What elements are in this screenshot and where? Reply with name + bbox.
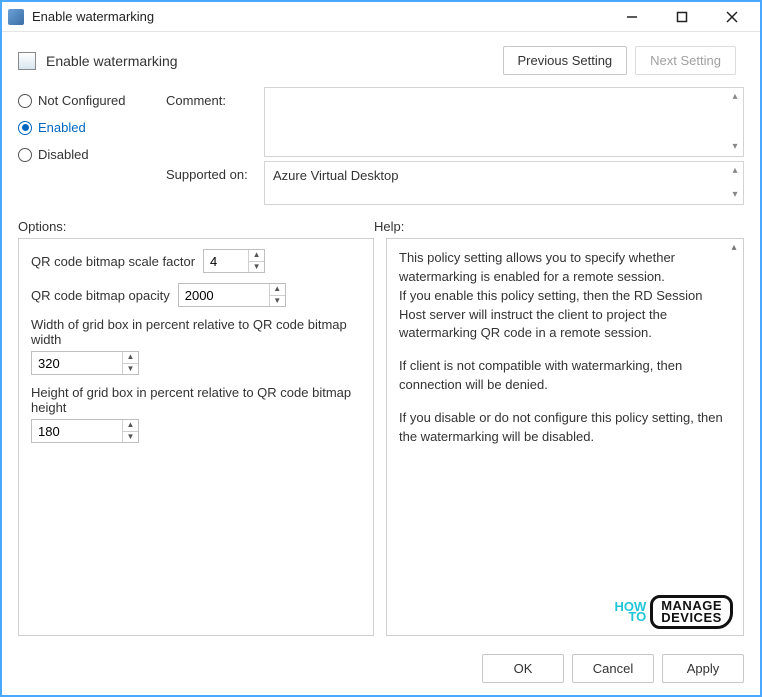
radio-enabled[interactable]: Enabled (18, 120, 158, 135)
help-line: If you enable this policy setting, then … (399, 288, 703, 341)
titlebar: Enable watermarking (2, 2, 760, 32)
radio-icon (18, 148, 32, 162)
apply-button[interactable]: Apply (662, 654, 744, 683)
spinner-up-icon: ▲ (270, 284, 285, 296)
scroll-down-icon: ▾ (729, 190, 741, 200)
option-opacity-label: QR code bitmap opacity (31, 288, 170, 303)
radio-not-configured[interactable]: Not Configured (18, 93, 158, 108)
scroll-down-icon: ▾ (729, 142, 741, 152)
option-width-row: ▲▼ (31, 351, 361, 375)
header-row: Enable watermarking Previous Setting Nex… (2, 32, 760, 81)
help-panel: This policy setting allows you to specif… (386, 238, 744, 636)
option-height-spinner[interactable]: ▲▼ (31, 419, 139, 443)
help-line: If client is not compatible with waterma… (399, 357, 723, 395)
config-area: Not Configured Enabled Disabled Comment:… (2, 81, 760, 205)
branding-watermark: HOW TO MANAGE DEVICES (614, 595, 733, 629)
app-icon (8, 9, 24, 25)
scroll-up-icon: ▴ (727, 243, 741, 253)
radio-disabled[interactable]: Disabled (18, 147, 158, 162)
minimize-icon (626, 11, 638, 23)
page-title: Enable watermarking (46, 53, 493, 69)
radio-label: Enabled (38, 120, 86, 135)
cancel-button[interactable]: Cancel (572, 654, 654, 683)
option-width-input[interactable] (32, 352, 122, 374)
panels: QR code bitmap scale factor ▲▼ QR code b… (2, 238, 760, 646)
radio-icon (18, 94, 32, 108)
help-text: This policy setting allows you to specif… (399, 249, 723, 447)
minimize-button[interactable] (616, 5, 648, 29)
next-setting-button[interactable]: Next Setting (635, 46, 736, 75)
option-height-label-row: Height of grid box in percent relative t… (31, 385, 361, 415)
supported-on-box: Azure Virtual Desktop ▴ ▾ (264, 161, 744, 205)
maximize-icon (676, 11, 688, 23)
scrollbar[interactable]: ▴ (727, 243, 741, 631)
maximize-button[interactable] (666, 5, 698, 29)
option-opacity-row: QR code bitmap opacity ▲▼ (31, 283, 361, 307)
state-radio-group: Not Configured Enabled Disabled (18, 87, 158, 162)
spinner-down-icon: ▼ (249, 262, 264, 273)
options-panel: QR code bitmap scale factor ▲▼ QR code b… (18, 238, 374, 636)
radio-label: Disabled (38, 147, 89, 162)
spinner-down-icon: ▼ (270, 296, 285, 307)
radio-icon (18, 121, 32, 135)
spinner-down-icon: ▼ (123, 432, 138, 443)
help-line: This policy setting allows you to specif… (399, 250, 675, 284)
spinner-arrows[interactable]: ▲▼ (122, 352, 138, 374)
option-height-label: Height of grid box in percent relative t… (31, 385, 361, 415)
help-line: If you disable or do not configure this … (399, 409, 723, 447)
spinner-arrows[interactable]: ▲▼ (269, 284, 285, 306)
section-labels: Options: Help: (2, 205, 760, 238)
spinner-up-icon: ▲ (123, 420, 138, 432)
radio-label: Not Configured (38, 93, 125, 108)
ok-button[interactable]: OK (482, 654, 564, 683)
option-scale-row: QR code bitmap scale factor ▲▼ (31, 249, 361, 273)
option-scale-spinner[interactable]: ▲▼ (203, 249, 265, 273)
option-height-input[interactable] (32, 420, 122, 442)
option-width-label-row: Width of grid box in percent relative to… (31, 317, 361, 347)
options-section-label: Options: (18, 219, 374, 234)
option-height-row: ▲▼ (31, 419, 361, 443)
spinner-arrows[interactable]: ▲▼ (248, 250, 264, 272)
option-scale-label: QR code bitmap scale factor (31, 254, 195, 269)
branding-howto: HOW TO (614, 602, 646, 622)
window-title: Enable watermarking (32, 9, 616, 24)
option-scale-input[interactable] (204, 250, 248, 272)
option-width-label: Width of grid box in percent relative to… (31, 317, 361, 347)
branding-manage-devices: MANAGE DEVICES (650, 595, 733, 629)
spinner-up-icon: ▲ (249, 250, 264, 262)
spinner-up-icon: ▲ (123, 352, 138, 364)
comment-label: Comment: (166, 87, 256, 108)
scroll-up-icon: ▴ (729, 166, 741, 176)
previous-setting-button[interactable]: Previous Setting (503, 46, 628, 75)
supported-on-value: Azure Virtual Desktop (273, 168, 399, 183)
supported-on-label: Supported on: (166, 161, 256, 182)
dialog-footer: OK Cancel Apply (2, 646, 760, 695)
policy-icon (18, 52, 36, 70)
option-opacity-spinner[interactable]: ▲▼ (178, 283, 286, 307)
option-opacity-input[interactable] (179, 284, 269, 306)
close-button[interactable] (716, 5, 748, 29)
dialog-window: Enable watermarking Enable watermarking … (0, 0, 762, 697)
window-controls (616, 5, 754, 29)
close-icon (726, 11, 738, 23)
option-width-spinner[interactable]: ▲▼ (31, 351, 139, 375)
spinner-arrows[interactable]: ▲▼ (122, 420, 138, 442)
comment-textarea[interactable]: ▴ ▾ (264, 87, 744, 157)
scrollbar[interactable]: ▴ ▾ (729, 92, 741, 152)
scroll-up-icon: ▴ (729, 92, 741, 102)
nav-buttons: Previous Setting Next Setting (503, 46, 737, 75)
help-section-label: Help: (374, 219, 744, 234)
scrollbar[interactable]: ▴ ▾ (729, 166, 741, 200)
spinner-down-icon: ▼ (123, 364, 138, 375)
